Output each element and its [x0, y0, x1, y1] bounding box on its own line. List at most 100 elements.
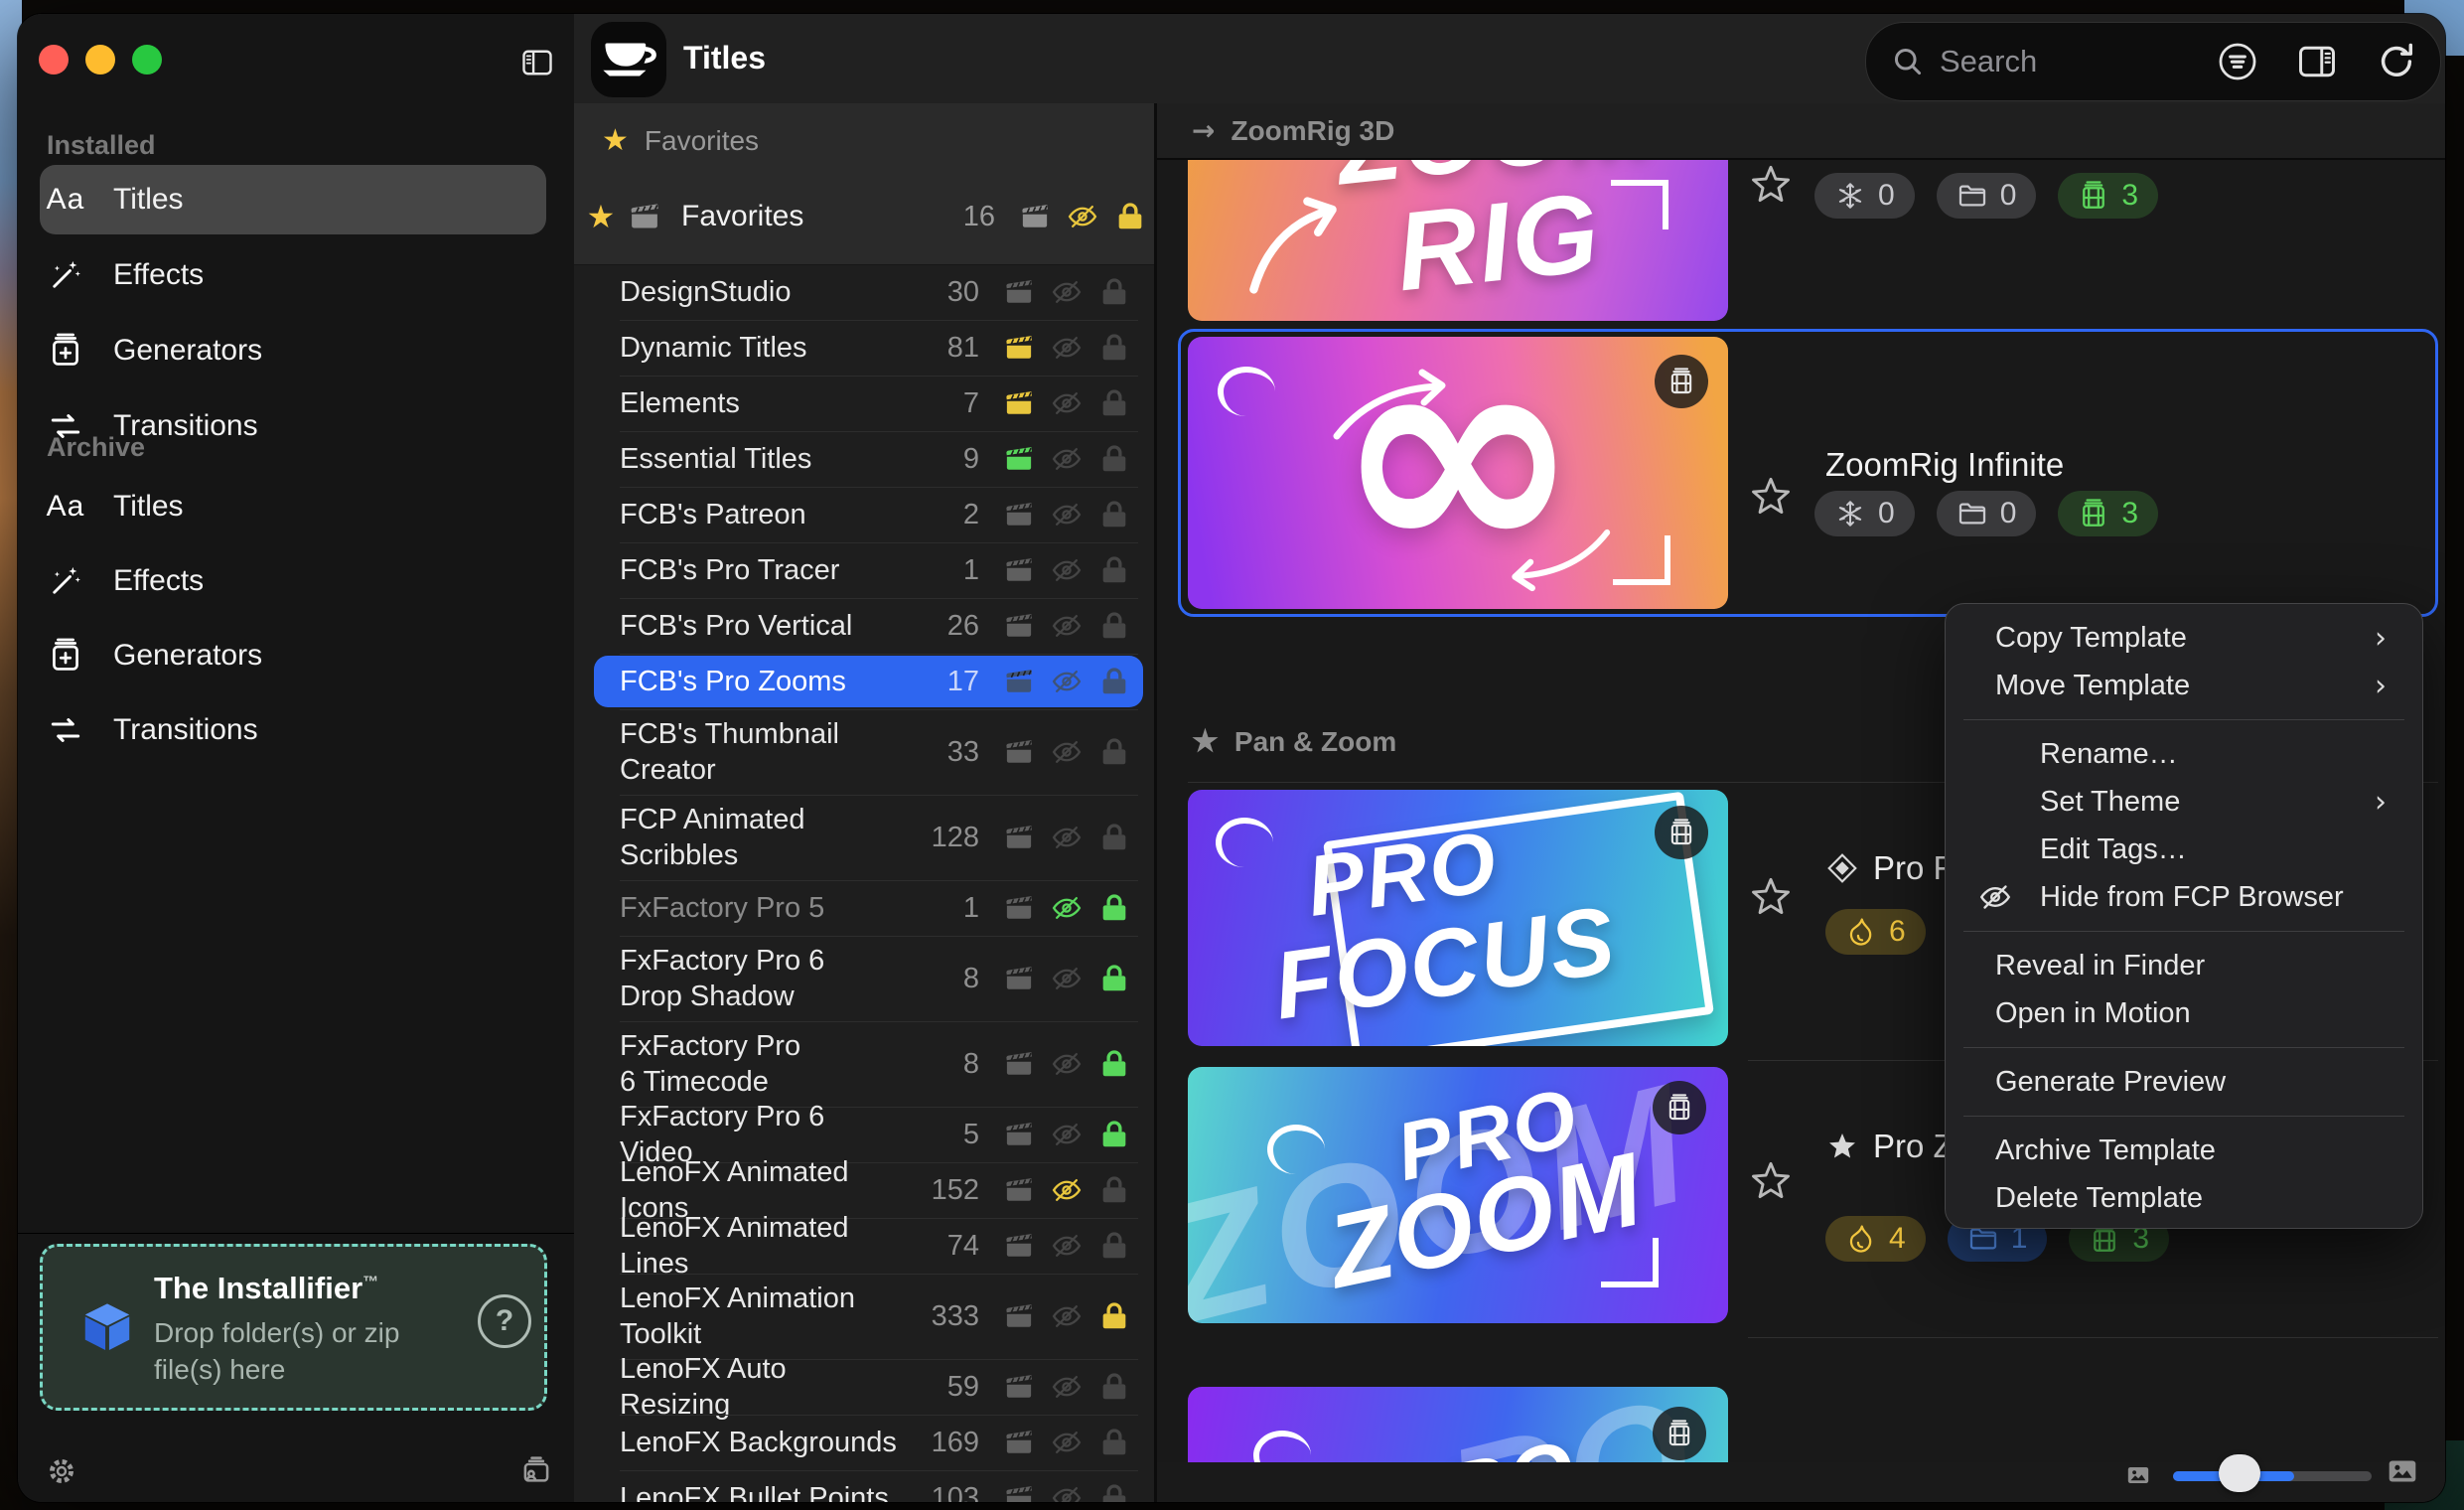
sidebar-item-generators[interactable]: Generators [40, 316, 546, 385]
clapperboard-icon [995, 1174, 1043, 1206]
corner-bracket [1611, 180, 1668, 229]
favorite-star-icon[interactable] [1748, 474, 1794, 520]
menu-item-generate-preview[interactable]: Generate Preview [1946, 1058, 2422, 1106]
category-row[interactable]: FCB's Patreon 2 [574, 487, 1154, 542]
menu-item-delete-template[interactable]: Delete Template [1946, 1174, 2422, 1222]
sidebar-toggle-icon[interactable] [516, 45, 558, 80]
count-badge: 8 [904, 963, 979, 995]
category-row[interactable]: FxFactory Pro 6 Drop Shadow 8 [574, 936, 1154, 1021]
effects-icon [40, 563, 91, 599]
sidebar-item-titles-archive[interactable]: AaTitles [40, 472, 546, 541]
category-row[interactable]: FCB's Pro Zooms 17 [574, 654, 1154, 709]
lock-icon [1090, 1300, 1138, 1332]
filter-icon[interactable] [2216, 40, 2259, 83]
favorites-row[interactable]: ★ Favorites 16 [574, 179, 1154, 254]
category-name: LenoFX Backgrounds [620, 1425, 904, 1460]
favorite-star-icon[interactable] [1748, 1158, 1794, 1204]
template-card-zoomrig-infinite[interactable]: ∞ [1188, 337, 1728, 609]
sidebar-item-transitions-archive[interactable]: Transitions [40, 695, 546, 765]
snowflake-badge: 0 [1814, 491, 1915, 536]
sidebar-item-label: Effects [113, 564, 204, 598]
menu-item-open-in-motion[interactable]: Open in Motion [1946, 989, 2422, 1037]
eye-slash-icon [1043, 387, 1090, 419]
eye-slash-icon [1043, 1230, 1090, 1262]
badge-row: 003 [1814, 491, 2158, 536]
count-badge: 5 [904, 1119, 979, 1151]
category-row[interactable]: FCB's Pro Vertical 26 [574, 598, 1154, 654]
clapperboard-icon [995, 387, 1043, 419]
category-row[interactable]: Essential Titles 9 [574, 431, 1154, 487]
menu-item-rename[interactable]: Rename… [1946, 730, 2422, 778]
category-row[interactable]: Elements 7 [574, 376, 1154, 431]
category-row[interactable]: FxFactory Pro 5 1 [574, 880, 1154, 936]
menu-item-copy-template[interactable]: Copy Template› [1946, 614, 2422, 662]
clapperboard-icon [995, 610, 1043, 642]
favorites-section-header: ★ Favorites [602, 123, 759, 158]
divider [1748, 1337, 2438, 1338]
inspector-panel-icon[interactable] [2295, 40, 2339, 83]
menu-divider [1963, 1047, 2404, 1048]
divider [620, 542, 1138, 543]
template-card-zoomrig[interactable]: ZOOM RIG [1188, 160, 1728, 321]
menu-item-archive-template[interactable]: Archive Template [1946, 1127, 2422, 1174]
category-name: FCB's Pro Vertical [620, 608, 904, 644]
menu-item-edit-tags[interactable]: Edit Tags… [1946, 826, 2422, 873]
refresh-icon[interactable] [2375, 40, 2418, 83]
slider-track[interactable] [2173, 1471, 2372, 1481]
sidebar-item-label: Titles [113, 183, 184, 217]
category-row[interactable]: FCB's Pro Tracer 1 [574, 542, 1154, 598]
eye-slash-icon [1043, 1300, 1090, 1332]
category-row[interactable]: Dynamic Titles 81 [574, 320, 1154, 376]
folder-badge: 0 [1937, 491, 2037, 536]
category-row[interactable]: LenoFX Bullet Points 103 [574, 1470, 1154, 1502]
category-row[interactable]: FCB's Thumbnail Creator 33 [574, 709, 1154, 795]
template-title: ZoomRig Infinite [1825, 446, 2064, 484]
category-row[interactable]: FxFactory Pro 6 Timecode 8 [574, 1021, 1154, 1107]
menu-item-reveal-in-finder[interactable]: Reveal in Finder [1946, 942, 2422, 989]
category-row[interactable]: LenoFX Auto Resizing 59 [574, 1359, 1154, 1415]
clapperboard-icon [995, 443, 1043, 475]
category-row[interactable]: FCP Animated Scribbles 128 [574, 795, 1154, 880]
eye-slash-icon [1978, 880, 2012, 914]
image-large-icon [2386, 1454, 2419, 1488]
lock-icon [1090, 1048, 1138, 1080]
favorite-star-icon[interactable] [1748, 162, 1794, 208]
lock-icon [1090, 1174, 1138, 1206]
sidebar-item-generators-archive[interactable]: Generators [40, 621, 546, 690]
sidebar-item-effects-archive[interactable]: Effects [40, 546, 546, 616]
template-card-pro-focus[interactable]: PRO FOCUS [1188, 790, 1728, 1046]
installifier-dropzone[interactable]: The Installifier™ Drop folder(s) or zip … [40, 1244, 547, 1411]
menu-item-hide-from-fcp-browser[interactable]: Hide from FCP Browser [1946, 873, 2422, 921]
minimize-button[interactable] [85, 45, 115, 75]
accounts-icon[interactable] [512, 1447, 560, 1491]
sidebar-item-titles[interactable]: AaTitles [40, 165, 546, 234]
category-row[interactable]: LenoFX Animation Toolkit 333 [574, 1274, 1154, 1359]
eye-slash-icon [1043, 276, 1090, 308]
menu-divider [1963, 719, 2404, 720]
badge-count: 0 [2000, 497, 2017, 530]
star-icon: ★ [1192, 724, 1219, 759]
favorite-star-icon[interactable] [1748, 874, 1794, 920]
package-box-icon [78, 1298, 136, 1356]
menu-item-set-theme[interactable]: Set Theme› [1946, 778, 2422, 826]
search-input[interactable]: Search [1865, 22, 2441, 101]
menu-item-move-template[interactable]: Move Template› [1946, 662, 2422, 709]
template-card-pro-zoom[interactable]: ZOOM PRO ZOOM [1188, 1067, 1728, 1323]
installifier-subtitle: Drop folder(s) or zip file(s) here [154, 1314, 432, 1388]
category-row[interactable]: DesignStudio 30 [574, 264, 1154, 320]
close-button[interactable] [39, 45, 69, 75]
thumbnail-size-slider[interactable] [2117, 1442, 2445, 1502]
sidebar-item-effects[interactable]: Effects [40, 240, 546, 310]
zoom-button[interactable] [132, 45, 162, 75]
menu-item-label: Set Theme [2040, 786, 2180, 819]
film-icon [2078, 498, 2109, 529]
menu-item-label: Archive Template [1995, 1134, 2216, 1167]
clapperboard-icon [995, 1300, 1043, 1332]
category-row[interactable]: LenoFX Backgrounds 169 [574, 1415, 1154, 1470]
film-badge-icon [1655, 806, 1708, 859]
template-card-partial[interactable]: PRO PRO [1188, 1387, 1728, 1462]
help-icon[interactable]: ? [478, 1294, 531, 1348]
slider-knob[interactable] [2219, 1454, 2260, 1492]
category-row[interactable]: LenoFX Animated Lines 74 [574, 1218, 1154, 1274]
settings-gear-icon[interactable] [40, 1449, 83, 1493]
